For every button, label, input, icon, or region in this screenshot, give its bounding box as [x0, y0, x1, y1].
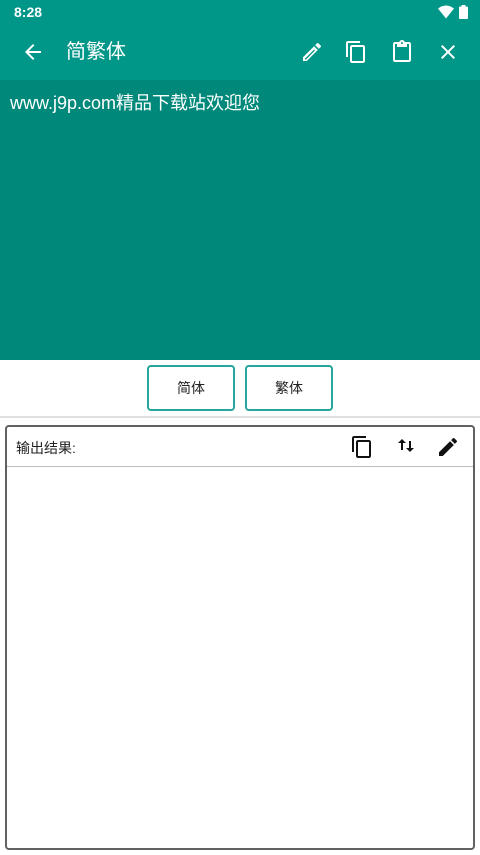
- source-text-area[interactable]: www.j9p.com精品下载站欢迎您: [0, 80, 480, 360]
- swap-vertical-icon[interactable]: [394, 435, 418, 459]
- close-icon[interactable]: [436, 40, 460, 64]
- app-toolbar: 简繁体: [0, 24, 480, 80]
- status-bar: 8:28: [0, 0, 480, 24]
- status-time: 8:28: [14, 4, 43, 20]
- paste-icon[interactable]: [390, 40, 414, 64]
- copy-icon[interactable]: [344, 40, 368, 64]
- battery-icon: [459, 5, 468, 19]
- result-header: 输出结果:: [7, 427, 473, 467]
- simplified-button[interactable]: 简体: [147, 365, 235, 411]
- result-panel: 输出结果:: [5, 425, 475, 850]
- pencil-icon[interactable]: [436, 435, 460, 459]
- arrow-left-icon[interactable]: [21, 40, 45, 64]
- section-divider: [0, 416, 480, 418]
- page-title: 简繁体: [66, 41, 126, 63]
- edit-icon[interactable]: [300, 40, 324, 64]
- result-label: 输出结果:: [16, 440, 76, 456]
- conversion-buttons: 简体 繁体: [0, 360, 480, 416]
- traditional-button[interactable]: 繁体: [245, 365, 333, 411]
- source-text[interactable]: www.j9p.com精品下载站欢迎您: [10, 92, 470, 114]
- status-icons: [438, 5, 468, 19]
- wifi-icon: [438, 5, 454, 19]
- copy-icon[interactable]: [350, 435, 374, 459]
- result-output[interactable]: [15, 475, 465, 835]
